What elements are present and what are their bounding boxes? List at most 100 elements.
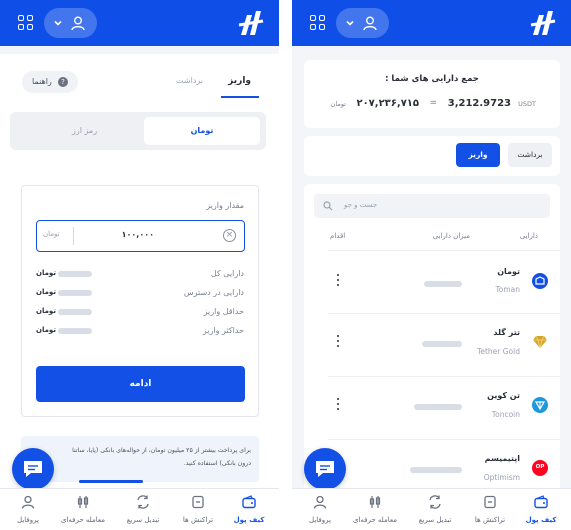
user-icon <box>363 16 377 31</box>
info-value-max <box>58 328 92 334</box>
asset-name-en: Toncoin <box>491 410 520 419</box>
nav-transactions-label: تراکنش ها <box>182 516 214 524</box>
asset-balance <box>410 467 462 473</box>
info-value-total <box>58 271 92 277</box>
usdt-unit: USDT <box>518 100 536 108</box>
help-icon: ? <box>58 77 68 87</box>
currency-switch: تومان رمز ارز <box>10 112 266 150</box>
tab-deposit-underline <box>221 96 259 98</box>
brand-logo-icon <box>530 11 556 35</box>
info-unit-available: تومان <box>36 288 56 296</box>
optimism-icon: OP <box>532 460 548 476</box>
nav-pro-trade[interactable]: معامله حرفه‌ای <box>349 489 401 530</box>
more-icon[interactable] <box>336 397 340 411</box>
nav-profile-label: پروفایل <box>17 516 39 524</box>
currency-tab-crypto[interactable]: رمز ارز <box>72 126 97 135</box>
nav-wallet[interactable]: کیف پول <box>515 489 567 530</box>
actions-card: برداشت واریز <box>304 136 560 176</box>
guide-label: راهنما <box>32 77 52 86</box>
nav-pro-trade-label: معامله حرفه‌ای <box>60 516 106 524</box>
nav-profile[interactable]: پروفایل <box>2 489 54 530</box>
total-balance-card: جمع دارایی های شما : USDT 3,212.9723 = ۲… <box>304 60 560 128</box>
wallet-icon <box>534 495 548 509</box>
trade-icon <box>369 496 381 508</box>
amount-unit: تومان <box>43 230 60 238</box>
guide-button[interactable]: راهنما ? <box>22 71 78 93</box>
asset-balance <box>414 404 462 410</box>
support-chat-button[interactable] <box>12 448 54 490</box>
chat-icon <box>316 461 334 477</box>
nav-profile-label: پروفایل <box>309 516 331 524</box>
clear-icon[interactable]: × <box>223 229 236 242</box>
transactions-icon <box>192 495 204 509</box>
chat-icon <box>24 461 42 477</box>
support-chat-button[interactable] <box>304 448 346 490</box>
nav-wallet[interactable]: کیف پول <box>223 489 275 530</box>
nav-pro-trade[interactable]: معامله حرفه‌ای <box>57 489 109 530</box>
asset-row[interactable]: تتر گلد Tether Gold <box>304 314 560 376</box>
bottom-nav: کیف پول تراکنش ها تبدیل سریع معامله حرفه… <box>0 488 279 530</box>
notice-line-1: برای پرداخت بیشتر از ۲۵ میلیون تومان، از… <box>72 447 251 454</box>
search-placeholder: جست و جو <box>344 201 378 209</box>
nav-wallet-label: کیف پول <box>525 516 557 524</box>
info-label-min: حداقل واریز <box>203 307 244 316</box>
info-label-available: دارایی در دسترس <box>183 288 244 297</box>
tab-withdraw[interactable]: برداشت <box>176 76 203 85</box>
nav-quick-swap[interactable]: تبدیل سریع <box>409 489 461 530</box>
nav-transactions[interactable]: تراکنش ها <box>172 489 224 530</box>
asset-name-fa: تتر گلد <box>493 328 520 337</box>
apps-grid-icon[interactable] <box>18 15 34 31</box>
notice-progress-bar <box>79 480 143 483</box>
total-usdt-value: 3,212.9723 <box>447 98 511 109</box>
wallet-icon <box>242 495 256 509</box>
info-label-max: حداکثر واریز <box>202 326 244 335</box>
asset-name-fa: تن کوین <box>487 391 520 400</box>
profile-menu-button[interactable] <box>44 8 97 38</box>
app-header <box>0 0 279 46</box>
nav-quick-swap[interactable]: تبدیل سریع <box>117 489 169 530</box>
notice-line-2: درون بانکی) استفاده کنید. <box>183 460 251 467</box>
search-input[interactable]: جست و جو <box>314 194 550 218</box>
continue-button[interactable]: ادامه <box>36 366 245 402</box>
wallet-screen: جمع دارایی های شما : USDT 3,212.9723 = ۲… <box>292 0 571 530</box>
amount-value: ۱۰۰,۰۰۰ <box>121 230 154 239</box>
withdraw-button[interactable]: برداشت <box>508 143 552 167</box>
apps-grid-icon[interactable] <box>310 15 326 31</box>
asset-name-fa: تومان <box>497 267 520 276</box>
tab-deposit[interactable]: واریز <box>228 76 251 86</box>
info-value-min <box>58 309 92 315</box>
asset-row[interactable]: تن کوین Toncoin <box>304 377 560 439</box>
info-unit-max: تومان <box>36 326 56 334</box>
amount-input[interactable]: × ۱۰۰,۰۰۰ تومان <box>36 220 245 252</box>
more-icon[interactable] <box>336 273 340 287</box>
info-unit-total: تومان <box>36 269 56 277</box>
asset-row[interactable]: تومان Toman <box>304 251 560 313</box>
profile-icon <box>313 495 327 509</box>
tether-gold-icon <box>532 334 548 350</box>
search-icon <box>323 201 333 211</box>
asset-name-en: Toman <box>495 285 520 294</box>
asset-balance <box>424 281 462 287</box>
asset-name-en: Optimism <box>483 473 520 482</box>
swap-icon <box>429 495 441 509</box>
app-header <box>292 0 571 46</box>
asset-balance <box>422 341 462 347</box>
nav-profile[interactable]: پروفایل <box>294 489 346 530</box>
column-asset: دارایی <box>519 232 538 240</box>
deposit-button[interactable]: واریز <box>456 143 500 167</box>
brand-logo-icon <box>238 11 264 35</box>
column-action: اقدام <box>330 232 346 240</box>
profile-menu-button[interactable] <box>336 8 389 38</box>
info-value-available <box>58 290 92 296</box>
trade-icon <box>77 496 89 508</box>
total-toman-value: ۲۰۷,۲۳۶,۷۱۵ <box>356 98 419 109</box>
nav-quick-swap-label: تبدیل سریع <box>126 516 160 524</box>
toman-coin-icon <box>532 273 548 289</box>
toncoin-icon <box>532 397 548 413</box>
optimism-badge: OP <box>535 464 545 470</box>
currency-tab-toman[interactable]: تومان <box>144 117 260 145</box>
nav-quick-swap-label: تبدیل سریع <box>418 516 452 524</box>
more-icon[interactable] <box>336 334 340 348</box>
nav-transactions[interactable]: تراکنش ها <box>464 489 516 530</box>
currency-tab-toman-label: تومان <box>190 126 214 135</box>
